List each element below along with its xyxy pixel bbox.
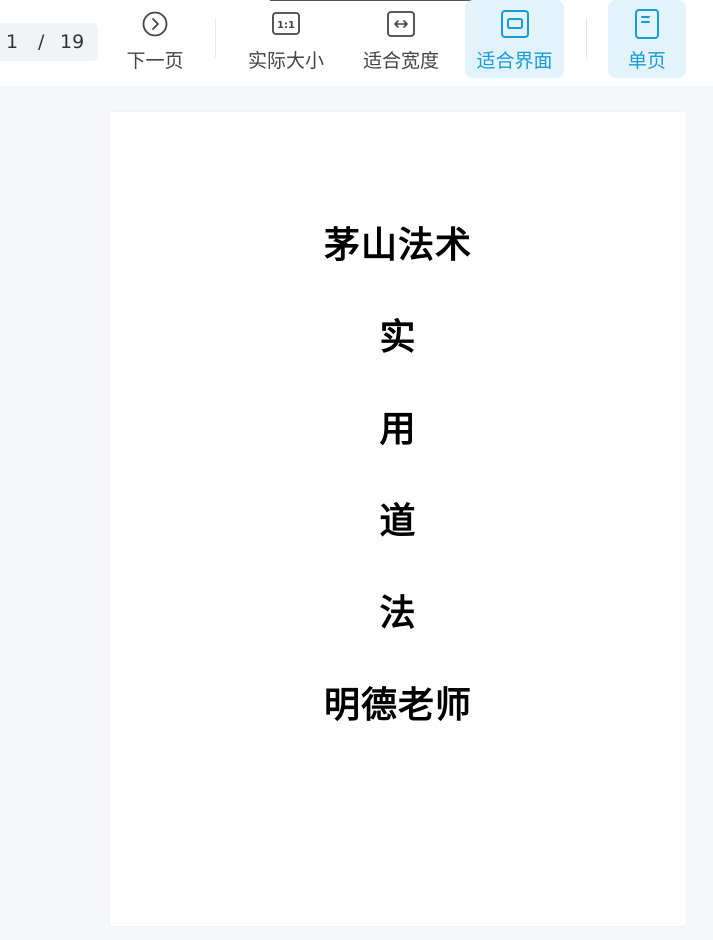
single-page-icon xyxy=(633,9,661,39)
fit-width-button[interactable]: 适合宽度 xyxy=(358,0,444,78)
document-author-line: 明德老师 xyxy=(323,685,472,726)
document-text-line: 实 xyxy=(379,317,417,358)
document-text-line: 道 xyxy=(379,501,417,542)
next-page-label: 下一页 xyxy=(126,50,184,72)
viewer-toolbar: 1 / 19 下一页 1:1 实际大小 适合宽度 适合界面 单页 xyxy=(0,0,713,86)
chevron-right-circle-icon xyxy=(141,10,169,38)
fit-page-button[interactable]: 适合界面 xyxy=(465,0,564,78)
document-text-line: 用 xyxy=(379,409,417,450)
document-page: 茅山法术 实 用 道 法 明德老师 xyxy=(110,112,686,926)
actual-size-icon: 1:1 xyxy=(272,10,300,38)
fit-width-icon xyxy=(387,10,415,38)
page-separator: / xyxy=(38,31,45,53)
total-page-count: 19 xyxy=(60,31,85,53)
toolbar-divider xyxy=(215,18,216,58)
document-title-line: 茅山法术 xyxy=(323,225,472,266)
single-page-button[interactable]: 单页 xyxy=(608,0,686,78)
actual-size-label: 实际大小 xyxy=(247,50,324,72)
actual-size-button[interactable]: 1:1 实际大小 xyxy=(243,0,329,78)
svg-text:1:1: 1:1 xyxy=(277,20,295,31)
fit-width-label: 适合宽度 xyxy=(362,50,439,72)
toolbar-divider xyxy=(586,18,587,58)
fit-page-icon xyxy=(500,10,529,38)
page-counter[interactable]: 1 / 19 xyxy=(0,23,98,61)
current-page-number[interactable]: 1 xyxy=(6,23,18,61)
fit-page-label: 适合界面 xyxy=(476,50,553,72)
next-page-button[interactable]: 下一页 xyxy=(118,0,192,78)
document-text-line: 法 xyxy=(379,593,417,634)
single-page-label: 单页 xyxy=(627,50,666,72)
